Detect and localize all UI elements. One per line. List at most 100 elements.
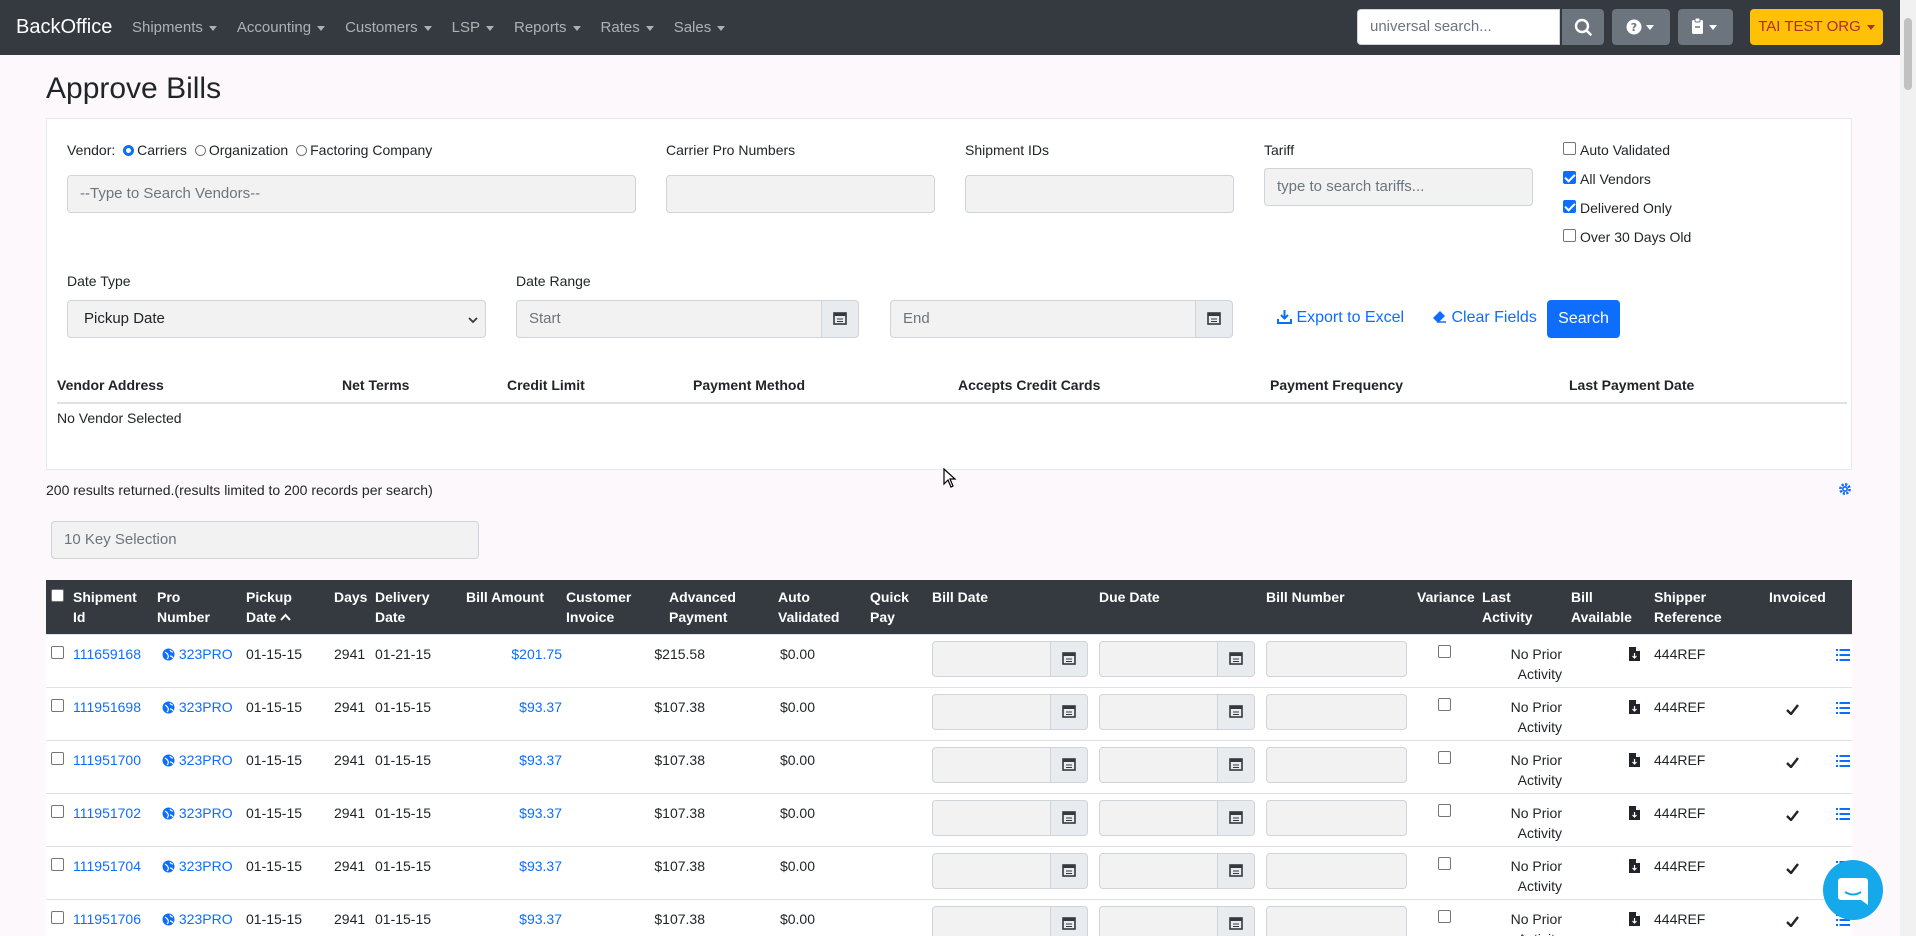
col-auto-validated[interactable]: Auto Validated bbox=[778, 587, 839, 627]
pro-number-link[interactable]: 323PRO bbox=[162, 750, 233, 770]
brand-logo[interactable]: BackOffice bbox=[16, 16, 112, 39]
page-scrollbar[interactable] bbox=[1900, 0, 1916, 936]
pro-number-link[interactable]: 323PRO bbox=[162, 644, 233, 664]
bill-amount-link[interactable]: $201.75 bbox=[511, 644, 562, 664]
variance-checkbox[interactable] bbox=[1438, 910, 1451, 923]
variance-checkbox[interactable] bbox=[1438, 751, 1451, 764]
scrollbar-thumb[interactable] bbox=[1904, 18, 1912, 90]
bill-date-calendar-button[interactable] bbox=[1050, 853, 1088, 889]
radio-carriers[interactable] bbox=[123, 145, 135, 156]
bill-date-input[interactable] bbox=[932, 747, 1051, 783]
due-date-calendar-button[interactable] bbox=[1217, 747, 1255, 783]
bill-date-calendar-button[interactable] bbox=[1050, 641, 1088, 677]
shipment-id-link[interactable]: 111951702 bbox=[73, 803, 141, 823]
start-date-calendar-button[interactable] bbox=[821, 300, 859, 338]
col-pickup-date[interactable]: Pickup Date bbox=[246, 587, 292, 627]
shipment-id-link[interactable]: 111951700 bbox=[73, 750, 141, 770]
select-all-checkbox[interactable] bbox=[51, 589, 64, 602]
menu-accounting[interactable]: Accounting bbox=[237, 19, 326, 36]
all-vendors-checkbox[interactable] bbox=[1563, 171, 1576, 184]
col-bill-date[interactable]: Bill Date bbox=[932, 587, 988, 607]
menu-rates[interactable]: Rates bbox=[601, 19, 654, 36]
due-date-input[interactable] bbox=[1099, 747, 1218, 783]
bill-file-button[interactable] bbox=[1629, 646, 1640, 666]
bill-date-calendar-button[interactable] bbox=[1050, 694, 1088, 730]
bill-date-calendar-button[interactable] bbox=[1050, 906, 1088, 936]
row-details-button[interactable] bbox=[1836, 699, 1850, 719]
row-details-button[interactable] bbox=[1836, 752, 1850, 772]
bill-number-input[interactable] bbox=[1266, 906, 1407, 936]
shipment-ids-input[interactable] bbox=[965, 175, 1234, 213]
variance-checkbox[interactable] bbox=[1438, 804, 1451, 817]
universal-search-input[interactable]: universal search... bbox=[1357, 9, 1560, 45]
date-type-select[interactable]: Pickup Date bbox=[67, 300, 486, 338]
carrier-pro-input[interactable] bbox=[666, 175, 935, 213]
due-date-calendar-button[interactable] bbox=[1217, 853, 1255, 889]
bill-number-input[interactable] bbox=[1266, 641, 1407, 677]
col-advanced-payment[interactable]: Advanced Payment bbox=[669, 587, 736, 627]
bill-file-button[interactable] bbox=[1629, 699, 1640, 719]
row-select-checkbox[interactable] bbox=[51, 699, 64, 712]
bill-amount-link[interactable]: $93.37 bbox=[519, 856, 562, 876]
col-bill-available[interactable]: Bill Available bbox=[1571, 587, 1632, 627]
bill-date-input[interactable] bbox=[932, 800, 1051, 836]
menu-sales[interactable]: Sales bbox=[674, 19, 726, 36]
bill-date-input[interactable] bbox=[932, 641, 1051, 677]
end-date-calendar-button[interactable] bbox=[1195, 300, 1233, 338]
row-select-checkbox[interactable] bbox=[51, 646, 64, 659]
pro-number-link[interactable]: 323PRO bbox=[162, 856, 233, 876]
due-date-input[interactable] bbox=[1099, 641, 1218, 677]
bill-number-input[interactable] bbox=[1266, 853, 1407, 889]
bill-amount-link[interactable]: $93.37 bbox=[519, 750, 562, 770]
col-customer-invoice[interactable]: Customer Invoice bbox=[566, 587, 631, 627]
due-date-calendar-button[interactable] bbox=[1217, 694, 1255, 730]
variance-checkbox[interactable] bbox=[1438, 857, 1451, 870]
row-select-checkbox[interactable] bbox=[51, 752, 64, 765]
export-excel-button[interactable]: Export to Excel bbox=[1277, 309, 1404, 327]
bill-number-input[interactable] bbox=[1266, 800, 1407, 836]
clear-fields-button[interactable]: Clear Fields bbox=[1432, 309, 1537, 327]
due-date-input[interactable] bbox=[1099, 906, 1218, 936]
due-date-calendar-button[interactable] bbox=[1217, 906, 1255, 936]
row-select-checkbox[interactable] bbox=[51, 911, 64, 924]
col-variance[interactable]: Variance bbox=[1417, 587, 1475, 607]
radio-factoring-label[interactable]: Factoring Company bbox=[310, 142, 432, 158]
grid-settings-button[interactable] bbox=[1838, 482, 1852, 499]
col-pro-number[interactable]: Pro Number bbox=[157, 587, 210, 627]
col-bill-amount[interactable]: Bill Amount bbox=[466, 587, 544, 607]
due-date-calendar-button[interactable] bbox=[1217, 641, 1255, 677]
row-select-checkbox[interactable] bbox=[51, 805, 64, 818]
row-details-button[interactable] bbox=[1836, 805, 1850, 825]
ten-key-selection-input[interactable]: 10 Key Selection bbox=[51, 521, 479, 559]
menu-customers[interactable]: Customers bbox=[345, 19, 432, 36]
clipboard-menu-button[interactable] bbox=[1678, 9, 1733, 45]
shipment-id-link[interactable]: 111659168 bbox=[73, 644, 141, 664]
bill-amount-link[interactable]: $93.37 bbox=[519, 909, 562, 929]
bill-date-input[interactable] bbox=[932, 853, 1051, 889]
col-shipper-reference[interactable]: Shipper Reference bbox=[1654, 587, 1722, 627]
start-date-input[interactable]: Start bbox=[516, 300, 822, 338]
col-last-activity[interactable]: Last Activity bbox=[1482, 587, 1533, 627]
menu-reports[interactable]: Reports bbox=[514, 19, 581, 36]
bill-date-input[interactable] bbox=[932, 906, 1051, 936]
shipment-id-link[interactable]: 111951704 bbox=[73, 856, 141, 876]
pro-number-link[interactable]: 323PRO bbox=[162, 697, 233, 717]
bill-date-calendar-button[interactable] bbox=[1050, 800, 1088, 836]
variance-checkbox[interactable] bbox=[1438, 645, 1451, 658]
all-vendors-label[interactable]: All Vendors bbox=[1580, 171, 1651, 187]
col-due-date[interactable]: Due Date bbox=[1099, 587, 1160, 607]
col-bill-number[interactable]: Bill Number bbox=[1266, 587, 1345, 607]
col-quick-pay[interactable]: Quick Pay bbox=[870, 587, 909, 627]
universal-search-button[interactable] bbox=[1562, 9, 1604, 45]
menu-lsp[interactable]: LSP bbox=[452, 19, 494, 36]
delivered-only-label[interactable]: Delivered Only bbox=[1580, 200, 1672, 216]
over-30-days-label[interactable]: Over 30 Days Old bbox=[1580, 229, 1691, 245]
bill-date-calendar-button[interactable] bbox=[1050, 747, 1088, 783]
chat-widget-button[interactable] bbox=[1823, 860, 1883, 920]
auto-validated-label[interactable]: Auto Validated bbox=[1580, 142, 1670, 158]
due-date-input[interactable] bbox=[1099, 800, 1218, 836]
bill-number-input[interactable] bbox=[1266, 747, 1407, 783]
bill-file-button[interactable] bbox=[1629, 805, 1640, 825]
bill-date-input[interactable] bbox=[932, 694, 1051, 730]
over-30-days-checkbox[interactable] bbox=[1563, 229, 1576, 242]
